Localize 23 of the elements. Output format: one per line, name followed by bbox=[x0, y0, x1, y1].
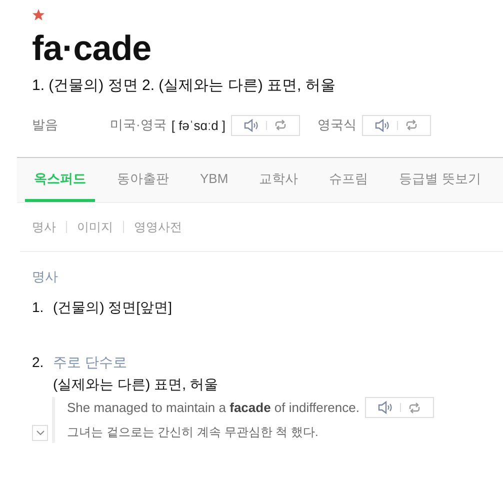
dictionary-tab[interactable]: 옥스퍼드 bbox=[25, 158, 95, 202]
definition-text: (건물의) 정면[앞면] bbox=[53, 298, 172, 317]
section-link[interactable]: 명사 bbox=[32, 218, 56, 236]
usage-label: 주로 단수로 bbox=[53, 353, 127, 372]
phonetic-text: [ fəˈsɑːd ] bbox=[171, 118, 226, 132]
sense-number: 2. bbox=[32, 353, 45, 372]
example-translation: 그녀는 겉으로는 간신히 계속 무관심한 척 했다. bbox=[67, 424, 320, 441]
dictionary-tab[interactable]: 등급별 뜻보기 bbox=[390, 158, 490, 202]
dictionary-tab[interactable]: 교학사 bbox=[250, 158, 308, 202]
region-label: 영국식 bbox=[318, 116, 357, 134]
dictionary-tab[interactable]: 동아출판 bbox=[108, 158, 178, 202]
headword: fa·cade bbox=[32, 29, 152, 69]
dictionary-tab[interactable]: 슈프림 bbox=[320, 158, 378, 202]
definition-text: (실제와는 다른) 표면, 허울 bbox=[53, 375, 219, 394]
section-link[interactable]: 이미지 bbox=[77, 218, 113, 236]
meaning-summary: 1. (건물의) 정면 2. (실제와는 다른) 표면, 허울 bbox=[32, 76, 336, 95]
dictionary-tab[interactable]: YBM bbox=[191, 158, 238, 202]
part-of-speech: 명사 bbox=[32, 268, 59, 286]
sense-number: 1. bbox=[32, 298, 45, 317]
region-label: 미국·영국 bbox=[110, 116, 166, 134]
pronunciation-label: 발음 bbox=[32, 116, 59, 134]
example-sentence: She managed to maintain a facade of indifference. bbox=[67, 400, 360, 415]
section-link[interactable]: 영영사전 bbox=[134, 218, 182, 236]
